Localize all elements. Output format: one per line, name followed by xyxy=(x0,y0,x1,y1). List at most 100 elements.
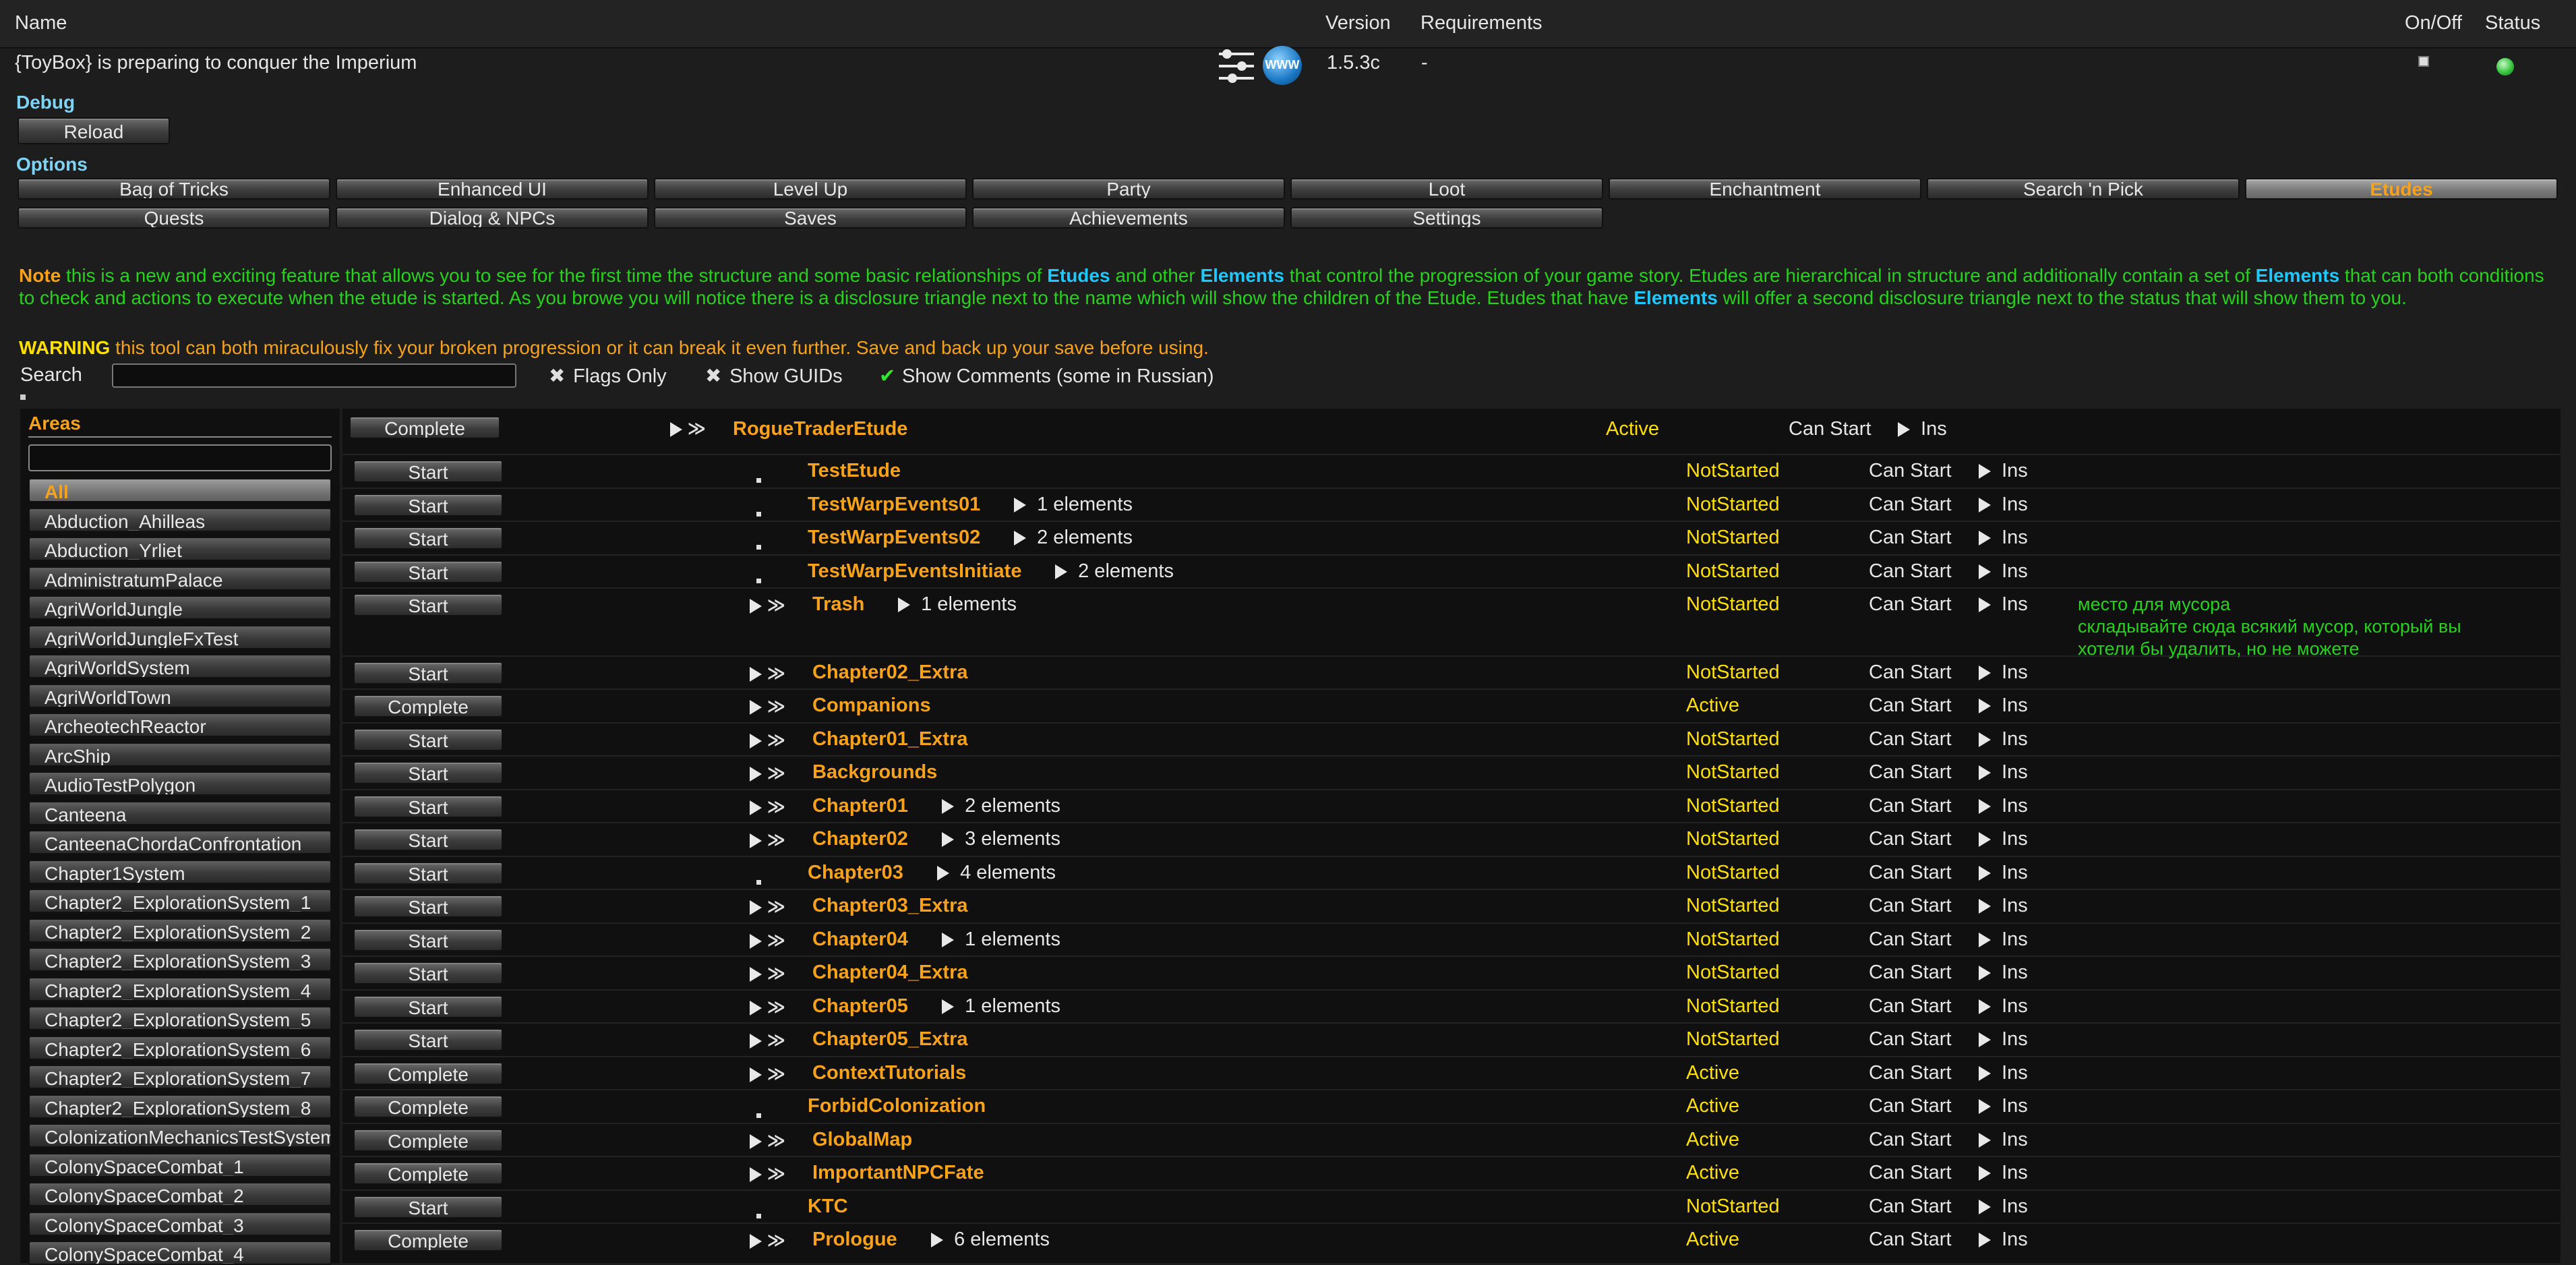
sliders-icon[interactable] xyxy=(1216,46,1257,86)
area-item[interactable]: Chapter2_ExplorationSystem_4 xyxy=(28,976,332,1001)
elements-toggle[interactable]: 1 elements xyxy=(942,929,1060,951)
area-item[interactable]: Chapter2_ExplorationSystem_8 xyxy=(28,1094,332,1119)
complete-button[interactable]: Complete xyxy=(353,1095,503,1118)
complete-button[interactable]: Complete xyxy=(353,695,503,717)
expand-toggle[interactable]: ≫ xyxy=(750,1229,785,1251)
start-button[interactable]: Start xyxy=(353,862,503,885)
elements-toggle[interactable]: 2 elements xyxy=(942,795,1060,817)
start-button[interactable]: Start xyxy=(353,527,503,550)
ins-toggle[interactable]: Ins xyxy=(1979,1162,2028,1184)
elements-toggle[interactable]: 2 elements xyxy=(1014,527,1133,549)
etude-name[interactable]: Chapter03 xyxy=(808,862,903,884)
etude-name[interactable]: Companions xyxy=(812,695,931,717)
area-item[interactable]: ColonySpaceCombat_2 xyxy=(28,1182,332,1206)
complete-button[interactable]: Complete xyxy=(353,1062,503,1085)
area-item[interactable]: ColonySpaceCombat_3 xyxy=(28,1211,332,1236)
etude-name[interactable]: Prologue xyxy=(812,1229,897,1251)
area-item[interactable]: ColonySpaceCombat_1 xyxy=(28,1152,332,1177)
start-button[interactable]: Start xyxy=(353,761,503,784)
complete-button[interactable]: Complete xyxy=(353,1229,503,1252)
expand-toggle[interactable]: ≫ xyxy=(750,929,785,951)
ins-toggle[interactable]: Ins xyxy=(1979,995,2028,1018)
onoff-toggle[interactable] xyxy=(2418,56,2429,67)
start-button[interactable]: Start xyxy=(353,593,503,616)
ins-toggle[interactable]: Ins xyxy=(1979,862,2028,884)
root-ins-toggle[interactable]: Ins xyxy=(1898,418,1947,440)
expand-toggle[interactable]: ≫ xyxy=(750,829,785,850)
start-button[interactable]: Start xyxy=(353,962,503,984)
area-item[interactable]: Chapter2_ExplorationSystem_6 xyxy=(28,1035,332,1060)
tab-enchantment[interactable]: Enchantment xyxy=(1609,178,1921,200)
area-item[interactable]: AudioTestPolygon xyxy=(28,771,332,796)
area-item[interactable]: Abduction_Yrliet xyxy=(28,537,332,561)
etude-name[interactable]: Backgrounds xyxy=(812,761,937,784)
expand-toggle[interactable]: ≫ xyxy=(750,996,785,1018)
etude-name[interactable]: ContextTutorials xyxy=(812,1062,966,1084)
tab-loot[interactable]: Loot xyxy=(1290,178,1603,200)
tab-quests[interactable]: Quests xyxy=(18,207,330,229)
start-button[interactable]: Start xyxy=(353,460,503,483)
show-guids-toggle[interactable]: ✖ Show GUIDs xyxy=(705,364,843,388)
start-button[interactable]: Start xyxy=(353,795,503,818)
tab-enhanced-ui[interactable]: Enhanced UI xyxy=(336,178,649,200)
expand-toggle[interactable]: ≫ xyxy=(750,762,785,784)
etude-name[interactable]: Chapter04_Extra xyxy=(812,962,968,984)
expand-toggle[interactable]: ≫ xyxy=(750,1163,785,1184)
etude-name[interactable]: Chapter05_Extra xyxy=(812,1028,968,1051)
etude-name[interactable]: Chapter03_Extra xyxy=(812,895,968,917)
ins-toggle[interactable]: Ins xyxy=(1979,494,2028,516)
elements-toggle[interactable]: 1 elements xyxy=(898,593,1017,616)
elements-toggle[interactable]: 2 elements xyxy=(1055,560,1174,583)
show-comments-toggle[interactable]: ✔ Show Comments (some in Russian) xyxy=(879,364,1214,388)
search-input[interactable] xyxy=(112,363,516,388)
ins-toggle[interactable]: Ins xyxy=(1979,895,2028,917)
ins-toggle[interactable]: Ins xyxy=(1979,560,2028,583)
ins-toggle[interactable]: Ins xyxy=(1979,1196,2028,1218)
expand-toggle[interactable]: ≫ xyxy=(750,594,785,616)
area-item[interactable]: AgriWorldJungle xyxy=(28,595,332,620)
etude-name[interactable]: Chapter01 xyxy=(812,795,908,817)
area-item[interactable]: Chapter2_ExplorationSystem_7 xyxy=(28,1065,332,1089)
complete-button[interactable]: Complete xyxy=(353,1129,503,1152)
reload-button[interactable]: Reload xyxy=(18,117,170,144)
expand-toggle[interactable]: ≫ xyxy=(750,695,785,717)
elements-toggle[interactable]: 6 elements xyxy=(931,1229,1050,1251)
area-item[interactable]: AgriWorldTown xyxy=(28,683,332,708)
expand-toggle[interactable]: ≫ xyxy=(750,1029,785,1051)
area-item[interactable]: ColonizationMechanicsTestSystem xyxy=(28,1123,332,1148)
area-item[interactable]: All xyxy=(28,478,332,502)
ins-toggle[interactable]: Ins xyxy=(1979,661,2028,684)
ins-toggle[interactable]: Ins xyxy=(1979,1028,2028,1051)
root-expand-toggle[interactable]: ≫ xyxy=(670,417,706,439)
ins-toggle[interactable]: Ins xyxy=(1979,460,2028,482)
expand-toggle[interactable]: ≫ xyxy=(750,796,785,817)
tab-party[interactable]: Party xyxy=(972,178,1285,200)
tab-etudes[interactable]: Etudes xyxy=(2245,178,2558,200)
start-button[interactable]: Start xyxy=(353,1196,503,1218)
area-item[interactable]: Canteena xyxy=(28,800,332,825)
ins-toggle[interactable]: Ins xyxy=(1979,1095,2028,1117)
expand-toggle[interactable]: ≫ xyxy=(750,962,785,984)
complete-button[interactable]: Complete xyxy=(353,1162,503,1185)
etude-name[interactable]: ForbidColonization xyxy=(808,1095,986,1117)
elements-toggle[interactable]: 3 elements xyxy=(942,828,1060,850)
area-item[interactable]: ColonySpaceCombat_4 xyxy=(28,1241,332,1265)
tab-achievements[interactable]: Achievements xyxy=(972,207,1285,229)
etude-name[interactable]: Trash xyxy=(812,593,864,616)
elements-toggle[interactable]: 4 elements xyxy=(937,862,1056,884)
tab-level-up[interactable]: Level Up xyxy=(654,178,967,200)
area-item[interactable]: Chapter2_ExplorationSystem_2 xyxy=(28,918,332,943)
area-item[interactable]: Chapter2_ExplorationSystem_5 xyxy=(28,1006,332,1030)
start-button[interactable]: Start xyxy=(353,1028,503,1051)
tab-search-n-pick[interactable]: Search 'n Pick xyxy=(1927,178,2240,200)
expand-toggle[interactable]: ≫ xyxy=(750,1063,785,1084)
elements-toggle[interactable]: 1 elements xyxy=(942,995,1060,1018)
area-item[interactable]: Abduction_Ahilleas xyxy=(28,507,332,532)
elements-toggle[interactable]: 1 elements xyxy=(1014,494,1133,516)
ins-toggle[interactable]: Ins xyxy=(1979,795,2028,817)
tab-settings[interactable]: Settings xyxy=(1290,207,1603,229)
etude-name[interactable]: Chapter02_Extra xyxy=(812,661,968,684)
etude-name[interactable]: TestWarpEvents01 xyxy=(808,494,980,516)
start-button[interactable]: Start xyxy=(353,828,503,851)
globe-icon[interactable]: WWW xyxy=(1263,46,1302,85)
